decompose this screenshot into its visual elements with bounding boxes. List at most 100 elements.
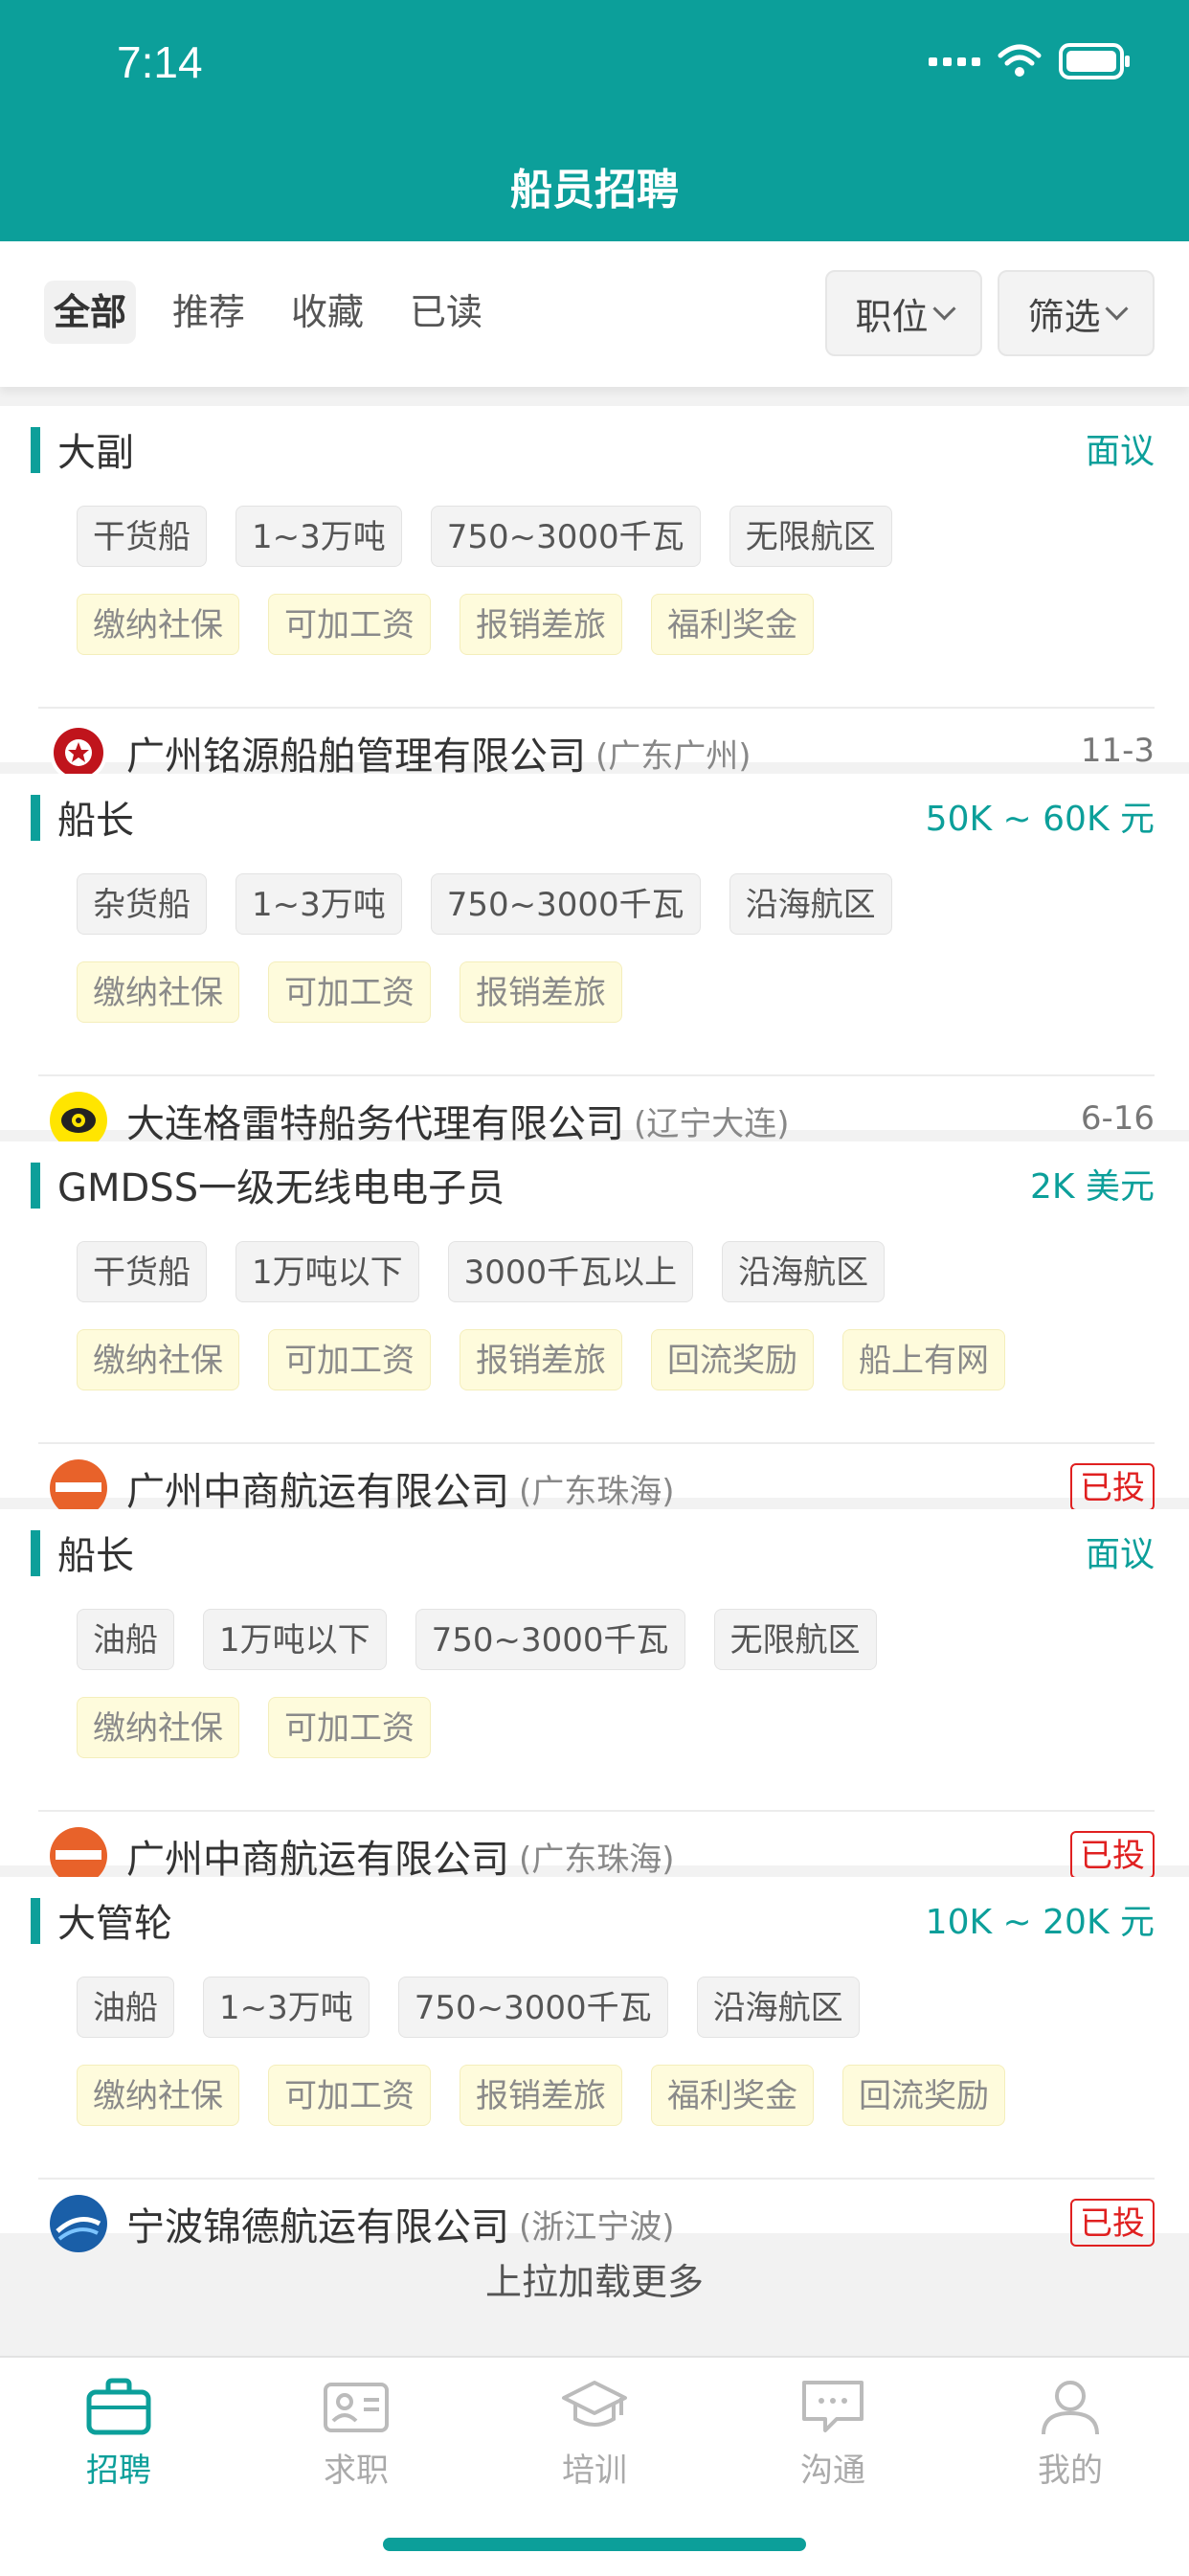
- benefit-tag: 缴纳社保: [77, 961, 239, 1023]
- benefit-tag: 船上有网: [842, 1329, 1005, 1390]
- chevron-down-icon: [1104, 296, 1129, 321]
- nav-label: 求职: [324, 2452, 389, 2490]
- company-logo: [50, 1827, 107, 1885]
- job-salary: 面议: [1085, 1535, 1155, 1574]
- job-tag: 无限航区: [729, 506, 892, 567]
- job-tags: 油船 1万吨以下 750~3000千瓦 无限航区: [77, 1609, 877, 1670]
- nav-label: 培训: [562, 2452, 627, 2490]
- applied-badge: 已投: [1070, 1463, 1155, 1511]
- job-salary: 2K 美元: [1030, 1167, 1155, 1207]
- job-title: 船长: [57, 1534, 134, 1578]
- filter-dropdown-label: 筛选: [1027, 295, 1101, 338]
- job-card[interactable]: GMDSS一级无线电电子员 2K 美元 干货船 1万吨以下 3000千瓦以上 沿…: [0, 1141, 1189, 1517]
- benefit-tags: 缴纳社保 可加工资 报销差旅 福利奖金 回流奖励: [77, 2065, 1005, 2126]
- position-dropdown-label: 职位: [855, 295, 929, 338]
- job-title: 大管轮: [57, 1902, 172, 1946]
- job-tag: 干货船: [77, 1241, 207, 1302]
- wifi-icon: [998, 44, 1042, 77]
- job-card[interactable]: 船长 50K ~ 60K 元 杂货船 1~3万吨 750~3000千瓦 沿海航区…: [0, 774, 1189, 1149]
- battery-icon: [1059, 43, 1130, 79]
- chevron-down-icon: [931, 296, 956, 321]
- company-name: 广州铭源船舶管理有限公司: [126, 734, 586, 779]
- job-tag: 油船: [77, 1977, 174, 2038]
- divider: [38, 2178, 1155, 2180]
- nav-item-recruit[interactable]: 招聘: [52, 2377, 186, 2491]
- benefit-tag: 缴纳社保: [77, 2065, 239, 2126]
- job-tag: 750~3000千瓦: [430, 873, 701, 935]
- id-card-icon: [324, 2383, 389, 2432]
- benefit-tag: 回流奖励: [842, 2065, 1005, 2126]
- divider: [38, 707, 1155, 709]
- benefit-tags: 缴纳社保 可加工资 报销差旅 回流奖励 船上有网: [77, 1329, 1005, 1390]
- company-logo: [50, 724, 107, 781]
- company-location: (辽宁大连): [634, 1104, 790, 1143]
- job-tag: 油船: [77, 1609, 174, 1670]
- app-header: 7:14 船员招聘: [0, 0, 1189, 241]
- job-tag: 3000千瓦以上: [447, 1241, 694, 1302]
- job-card[interactable]: 船长 面议 油船 1万吨以下 750~3000千瓦 无限航区 缴纳社保 可加工资…: [0, 1509, 1189, 1885]
- benefit-tag: 可加工资: [268, 594, 431, 655]
- job-tag: 1~3万吨: [236, 506, 402, 567]
- job-tag: 1~3万吨: [203, 1977, 370, 2038]
- nav-item-training[interactable]: 培训: [527, 2377, 662, 2491]
- applied-badge: 已投: [1070, 2199, 1155, 2247]
- status-time: 7:14: [117, 37, 203, 87]
- job-tag: 沿海航区: [696, 1977, 860, 2038]
- benefit-tag: 可加工资: [268, 1697, 431, 1758]
- job-tag: 干货船: [77, 506, 207, 567]
- company-name: 宁波锦德航运有限公司: [126, 2205, 509, 2249]
- tab-read[interactable]: 已读: [410, 281, 482, 344]
- benefit-tags: 缴纳社保 可加工资 报销差旅 福利奖金: [77, 594, 814, 655]
- nav-item-jobseek[interactable]: 求职: [289, 2377, 423, 2491]
- job-card[interactable]: 大管轮 10K ~ 20K 元 油船 1~3万吨 750~3000千瓦 沿海航区…: [0, 1877, 1189, 2252]
- job-tags: 杂货船 1~3万吨 750~3000千瓦 沿海航区: [77, 873, 892, 935]
- job-title: 大副: [57, 431, 134, 475]
- benefit-tag: 缴纳社保: [77, 1329, 239, 1390]
- job-tags: 干货船 1~3万吨 750~3000千瓦 无限航区: [77, 506, 892, 567]
- job-tag: 750~3000千瓦: [397, 1977, 668, 2038]
- company-logo: [50, 1092, 107, 1149]
- job-tag: 沿海航区: [722, 1241, 886, 1302]
- divider: [38, 1810, 1155, 1812]
- status-icons: [929, 42, 1132, 80]
- nav-label: 沟通: [800, 2452, 865, 2490]
- tab-recommended[interactable]: 推荐: [172, 281, 245, 344]
- filter-dropdown-button[interactable]: 筛选: [998, 270, 1155, 356]
- briefcase-icon: [86, 2378, 151, 2435]
- title-accent-bar: [31, 1898, 40, 1944]
- home-indicator: [383, 2538, 806, 2551]
- tab-all[interactable]: 全部: [44, 281, 137, 344]
- company-location: (广东广州): [595, 736, 752, 776]
- job-tag: 1万吨以下: [203, 1609, 387, 1670]
- job-tag: 沿海航区: [729, 873, 892, 935]
- job-tag: 750~3000千瓦: [415, 1609, 685, 1670]
- divider: [38, 1074, 1155, 1076]
- benefit-tags: 缴纳社保 可加工资: [77, 1697, 431, 1758]
- benefit-tag: 报销差旅: [460, 594, 622, 655]
- company-name: 大连格雷特船务代理有限公司: [126, 1102, 624, 1146]
- post-date: 11-3: [1080, 732, 1155, 770]
- benefit-tag: 报销差旅: [460, 1329, 622, 1390]
- company-logo: [50, 1459, 107, 1517]
- nav-item-chat[interactable]: 沟通: [766, 2377, 900, 2491]
- benefit-tag: 可加工资: [268, 1329, 431, 1390]
- job-salary: 面议: [1085, 432, 1155, 471]
- benefit-tags: 缴纳社保 可加工资 报销差旅: [77, 961, 622, 1023]
- job-tags: 油船 1~3万吨 750~3000千瓦 沿海航区: [77, 1977, 860, 2038]
- title-accent-bar: [31, 427, 40, 473]
- job-salary: 10K ~ 20K 元: [925, 1903, 1155, 1942]
- benefit-tag: 福利奖金: [651, 594, 814, 655]
- nav-label: 招聘: [86, 2452, 151, 2490]
- divider: [38, 1442, 1155, 1444]
- tab-favorites[interactable]: 收藏: [291, 281, 364, 344]
- company-location: (广东珠海): [519, 1472, 675, 1511]
- nav-item-profile[interactable]: 我的: [1003, 2377, 1137, 2491]
- benefit-tag: 回流奖励: [651, 1329, 814, 1390]
- chat-bubble-icon: [802, 2381, 864, 2432]
- job-tag: 1~3万吨: [236, 873, 402, 935]
- job-tag: 750~3000千瓦: [430, 506, 701, 567]
- job-card[interactable]: 大副 面议 干货船 1~3万吨 750~3000千瓦 无限航区 缴纳社保 可加工…: [0, 406, 1189, 781]
- job-tag: 无限航区: [713, 1609, 877, 1670]
- position-dropdown-button[interactable]: 职位: [825, 270, 982, 356]
- company-row[interactable]: 宁波锦德航运有限公司 (浙江宁波): [50, 2191, 675, 2256]
